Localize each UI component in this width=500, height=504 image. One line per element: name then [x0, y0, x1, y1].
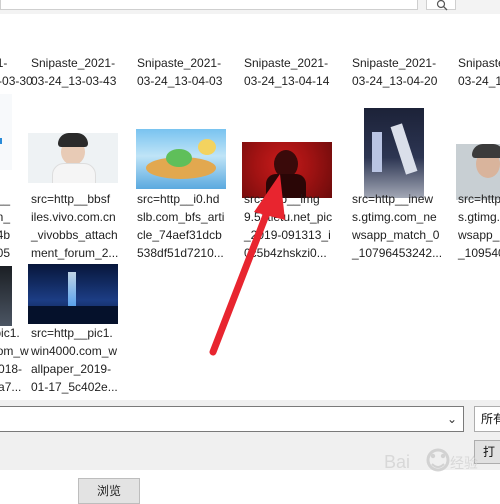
file-name-line1: Snipaste_2021-: [137, 56, 222, 70]
file-name: src=http__bbsf iles.vivo.com.cn _vivobbs…: [31, 192, 119, 260]
file-name-line1: Snipaste_2021-: [31, 56, 116, 70]
file-item[interactable]: Snipaste_2021- 03-24_13-04-03: [137, 54, 233, 90]
image-thumbnail[interactable]: [28, 133, 118, 183]
file-item[interactable]: Snipaste_2021- 03-24_13-04-20: [352, 54, 448, 90]
file-item[interactable]: Snipaste_ 03-24_13-: [458, 54, 500, 90]
file-name: src=http s.gtimg.c wsapp_m _109540: [458, 192, 500, 260]
file-name-line2: 03-24_13-: [458, 74, 500, 88]
open-button[interactable]: 打: [474, 440, 500, 464]
file-name-combobox[interactable]: ⌄: [0, 406, 464, 432]
file-name: src=http__inew s.gtimg.com_ne wsapp_matc…: [352, 192, 443, 260]
file-item[interactable]: src=http__i0.hd slb.com_bfs_arti cle_74a…: [137, 190, 233, 262]
file-name-line2: 03-24_13-04-20: [352, 74, 438, 88]
file-name-line1: Snipaste_2021-: [352, 56, 437, 70]
file-item[interactable]: src=http__inew s.gtimg.com_ne wsapp_matc…: [352, 190, 448, 262]
file-item[interactable]: src=http__pic1. win4000.com_w allpaper_2…: [31, 324, 127, 396]
file-item[interactable]: =http__pic1. n4000.com_w paper_2018- -18…: [0, 324, 29, 396]
address-field[interactable]: [0, 0, 418, 10]
image-thumbnail[interactable]: [0, 266, 12, 326]
file-name-line2: 03-24_13-04-03: [137, 74, 223, 88]
file-list: ste_2021- 3-24_13-03-30 Snipaste_2021- 0…: [0, 14, 500, 400]
file-item[interactable]: Snipaste_2021- 03-24_13-03-43: [31, 54, 127, 90]
file-name: =http__ .sina.cn_ _ab5c4b -05: [0, 192, 10, 260]
browse-button[interactable]: 浏览: [78, 478, 140, 504]
image-thumbnail[interactable]: [136, 129, 226, 189]
chevron-down-icon[interactable]: ⌄: [447, 413, 457, 425]
file-name-line1: Snipaste_2021-: [244, 56, 329, 70]
image-thumbnail[interactable]: [364, 108, 424, 198]
file-name-line2: 03-24_13-03-43: [31, 74, 117, 88]
file-type-filter[interactable]: 所有: [474, 406, 500, 432]
file-item[interactable]: src=http s.gtimg.c wsapp_m _109540: [458, 190, 500, 262]
file-name: src=http__i0.hd slb.com_bfs_arti cle_74a…: [137, 192, 225, 260]
image-thumbnail[interactable]: [28, 264, 118, 324]
search-icon: [436, 0, 448, 11]
browse-button-label: 浏览: [96, 484, 121, 498]
file-item[interactable]: src=http__bbsf iles.vivo.com.cn _vivobbs…: [31, 190, 127, 262]
open-button-label: 打: [483, 445, 496, 459]
file-item[interactable]: =http__ .sina.cn_ _ab5c4b -05: [0, 190, 10, 262]
file-name-line1: Snipaste_: [458, 56, 500, 70]
file-item[interactable]: Snipaste_2021- 03-24_13-04-14: [244, 54, 340, 90]
file-name: src=http__img 9.51tietu.net_pic _2019-09…: [244, 192, 333, 260]
file-name-line2: 03-24_13-04-14: [244, 74, 330, 88]
image-thumbnail[interactable]: [0, 94, 12, 170]
search-button[interactable]: [426, 0, 456, 11]
file-name: =http__pic1. n4000.com_w paper_2018- -18…: [0, 326, 29, 394]
file-type-filter-label: 所有: [481, 412, 500, 426]
page-background: [0, 470, 500, 500]
file-name: src=http__pic1. win4000.com_w allpaper_2…: [31, 326, 118, 394]
file-item[interactable]: src=http__img 9.51tietu.net_pic _2019-09…: [244, 190, 340, 262]
